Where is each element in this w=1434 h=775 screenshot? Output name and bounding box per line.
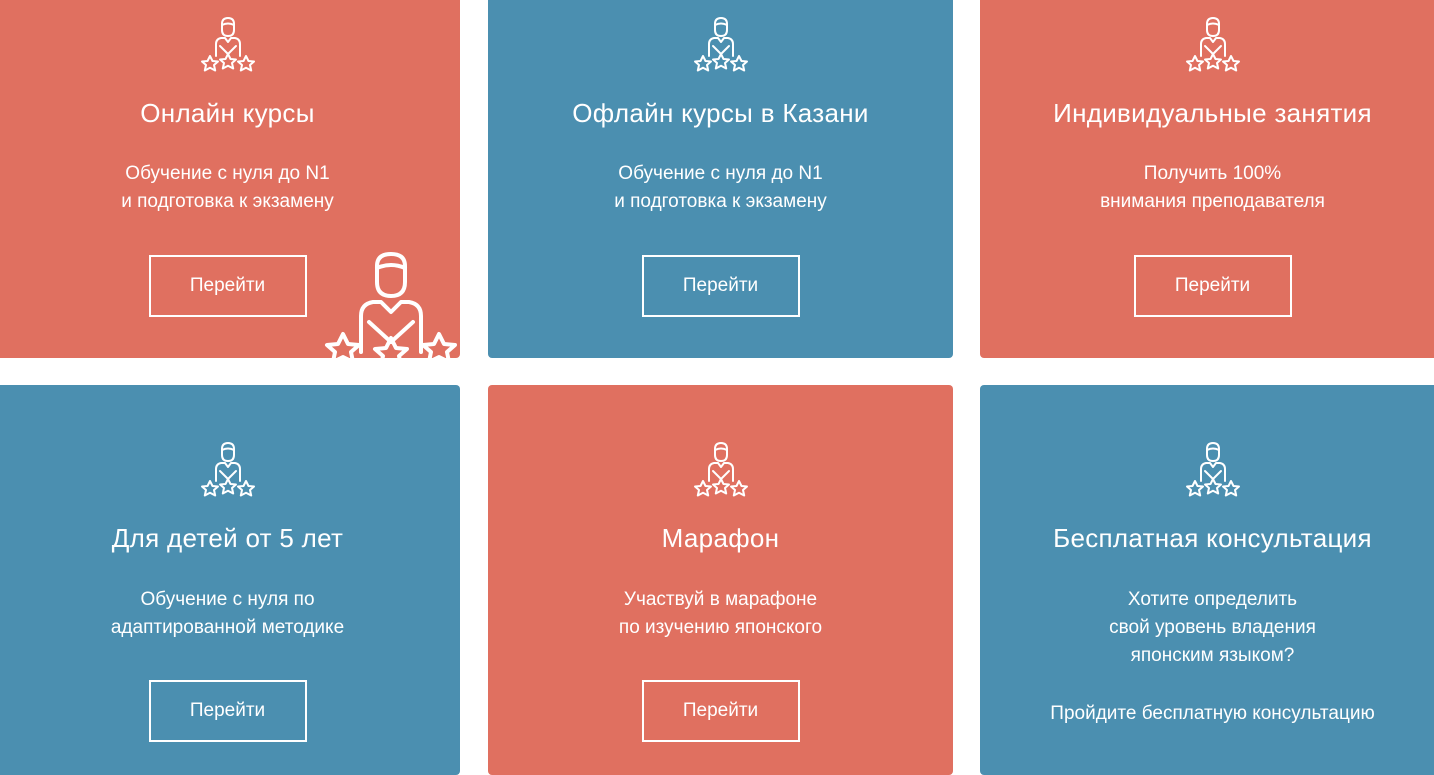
- card-description-line: Обучение с нуля до N1: [125, 163, 330, 184]
- card-free-consultation: Бесплатная консультация Хотите определит…: [980, 385, 1434, 775]
- card-title: Бесплатная консультация: [1053, 523, 1372, 553]
- person-with-stars-icon: [198, 16, 258, 76]
- card-description-line: по изучению японского: [618, 617, 823, 638]
- card-description: Получить 100% внимания преподавателя: [980, 160, 1434, 216]
- card-title: Онлайн курсы: [140, 98, 315, 128]
- person-with-stars-illustration: [321, 252, 460, 358]
- go-button[interactable]: Перейти: [148, 255, 307, 317]
- card-offline-courses: Офлайн курсы в Казани Обучение с нуля до…: [488, 0, 953, 358]
- go-button[interactable]: Перейти: [148, 680, 307, 742]
- go-button[interactable]: Перейти: [641, 255, 800, 317]
- card-kids: Для детей от 5 лет Обучение с нуля по ад…: [0, 385, 460, 775]
- card-description-line: и подготовка к экзамену: [614, 191, 827, 212]
- card-description-line: японским языком?: [1130, 645, 1295, 666]
- card-description-line: Участвуй в марафоне: [623, 589, 818, 610]
- card-description: Обучение с нуля до N1 и подготовка к экз…: [488, 160, 953, 216]
- card-individual-lessons: Индивидуальные занятия Получить 100% вни…: [980, 0, 1434, 358]
- free-consultation-link[interactable]: Пройдите бесплатную консультацию: [980, 700, 1434, 728]
- go-button[interactable]: Перейти: [641, 680, 800, 742]
- card-title: Индивидуальные занятия: [1053, 98, 1372, 128]
- card-description-line: Обучение с нуля по: [140, 589, 315, 610]
- card-description-line: свой уровень владения: [1109, 617, 1316, 638]
- card-description-line: Хотите определить: [1127, 589, 1298, 610]
- go-button[interactable]: Перейти: [1133, 255, 1292, 317]
- card-marathon: Марафон Участвуй в марафоне по изучению …: [488, 385, 953, 775]
- card-description: Обучение с нуля по адаптированной методи…: [0, 586, 460, 642]
- person-with-stars-icon: [198, 441, 258, 501]
- person-with-stars-icon: [1183, 16, 1243, 76]
- card-title: Для детей от 5 лет: [111, 523, 344, 553]
- card-description-line: Обучение с нуля до N1: [618, 163, 823, 184]
- card-description-line: адаптированной методике: [110, 617, 345, 638]
- card-description: Обучение с нуля до N1 и подготовка к экз…: [0, 160, 460, 216]
- card-title: Марафон: [661, 523, 780, 553]
- card-description-line: Получить 100%: [1143, 163, 1282, 184]
- person-with-stars-icon: [691, 16, 751, 76]
- person-with-stars-icon: [1183, 441, 1243, 501]
- card-description: Участвуй в марафоне по изучению японског…: [488, 586, 953, 642]
- person-with-stars-icon: [691, 441, 751, 501]
- card-title: Офлайн курсы в Казани: [572, 98, 869, 128]
- card-description: Хотите определить свой уровень владения …: [980, 586, 1434, 670]
- card-description-line: внимания преподавателя: [1100, 191, 1325, 212]
- card-description-line: и подготовка к экзамену: [121, 191, 334, 212]
- card-online-courses: Онлайн курсы Обучение с нуля до N1 и под…: [0, 0, 460, 358]
